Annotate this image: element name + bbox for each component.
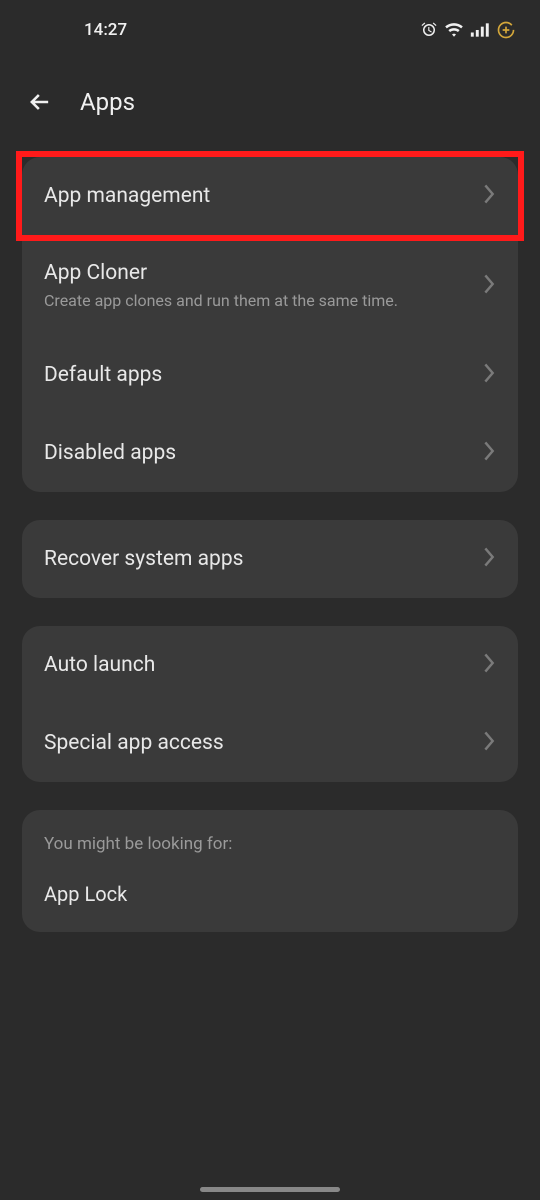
row-title: Disabled apps bbox=[44, 441, 472, 465]
row-default-apps[interactable]: Default apps bbox=[22, 336, 518, 414]
status-bar: 14:27 bbox=[0, 0, 540, 56]
row-special-app-access[interactable]: Special app access bbox=[22, 704, 518, 782]
chevron-right-icon bbox=[482, 546, 496, 572]
content: App management App Cloner Create app clo… bbox=[0, 138, 540, 932]
page-title: Apps bbox=[80, 88, 135, 116]
chevron-right-icon bbox=[482, 440, 496, 466]
alarm-icon bbox=[420, 21, 438, 39]
signal-icon bbox=[470, 22, 490, 38]
home-indicator[interactable] bbox=[200, 1187, 340, 1192]
row-disabled-apps[interactable]: Disabled apps bbox=[22, 414, 518, 492]
settings-group-3: Auto launch Special app access bbox=[22, 626, 518, 782]
chevron-right-icon bbox=[482, 362, 496, 388]
row-title: App management bbox=[44, 184, 472, 208]
suggestion-item-app-lock[interactable]: App Lock bbox=[44, 882, 496, 906]
chevron-right-icon bbox=[482, 730, 496, 756]
row-app-management[interactable]: App management bbox=[22, 157, 518, 235]
back-button[interactable] bbox=[24, 86, 56, 118]
chevron-right-icon bbox=[482, 183, 496, 209]
row-title: Auto launch bbox=[44, 653, 472, 677]
page-header: Apps bbox=[0, 56, 540, 138]
row-title: App Cloner bbox=[44, 261, 472, 285]
suggestion-label: You might be looking for: bbox=[44, 834, 496, 854]
chevron-right-icon bbox=[482, 652, 496, 678]
row-title: Recover system apps bbox=[44, 547, 472, 571]
battery-icon bbox=[496, 20, 516, 40]
row-title: Special app access bbox=[44, 731, 472, 755]
status-time: 14:27 bbox=[24, 20, 127, 40]
chevron-right-icon bbox=[482, 273, 496, 299]
settings-group-2: Recover system apps bbox=[22, 520, 518, 598]
wifi-icon bbox=[444, 22, 464, 38]
suggestion-card: You might be looking for: App Lock bbox=[22, 810, 518, 932]
row-auto-launch[interactable]: Auto launch bbox=[22, 626, 518, 704]
row-subtitle: Create app clones and run them at the sa… bbox=[44, 291, 472, 310]
row-recover-system-apps[interactable]: Recover system apps bbox=[22, 520, 518, 598]
highlight-box: App management bbox=[16, 151, 524, 241]
row-title: Default apps bbox=[44, 363, 472, 387]
status-icons bbox=[420, 20, 516, 40]
settings-group-1: App management App Cloner Create app clo… bbox=[22, 148, 518, 492]
row-app-cloner[interactable]: App Cloner Create app clones and run the… bbox=[22, 235, 518, 336]
